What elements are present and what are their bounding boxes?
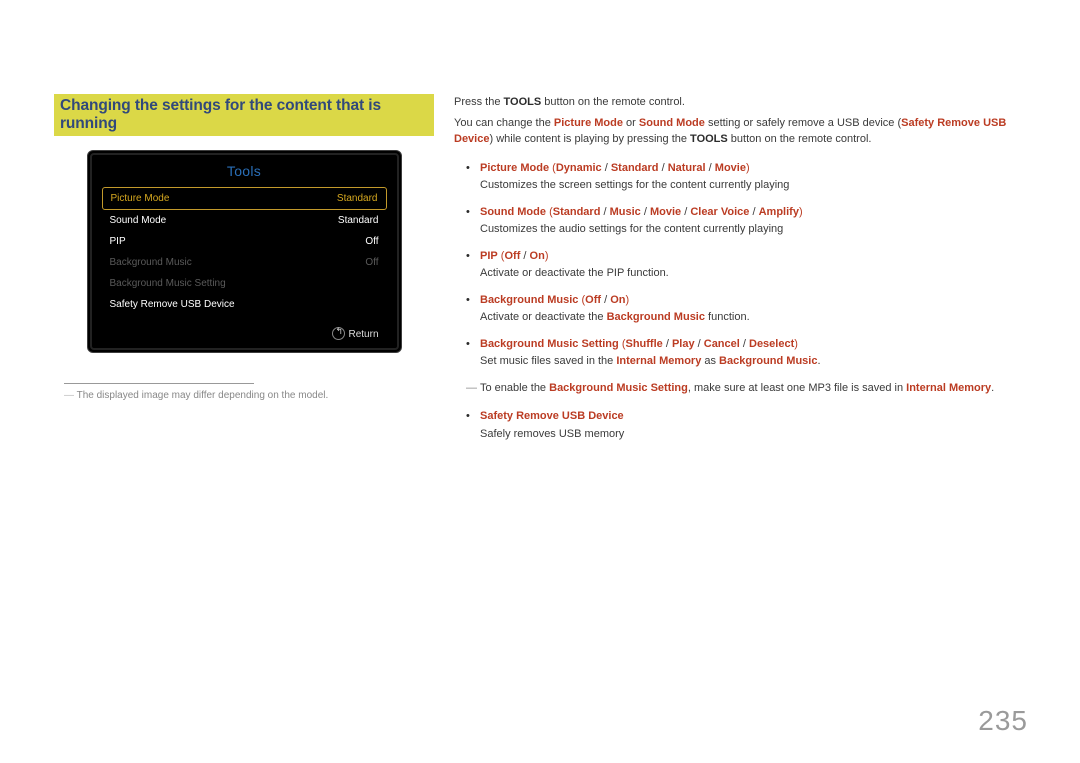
tools-title: Tools (102, 163, 387, 179)
option-safety-remove: Safety Remove USB Device Safely removes … (454, 408, 1026, 442)
tool-row-safety-remove[interactable]: Safety Remove USB Device (102, 294, 387, 315)
option-bg-music-setting: Background Music Setting (Shuffle / Play… (454, 336, 1026, 370)
tool-row-sound-mode[interactable]: Sound Mode Standard (102, 210, 387, 231)
intro-line-2: You can change the Picture Mode or Sound… (454, 115, 1026, 148)
tool-row-picture-mode[interactable]: Picture Mode Standard (102, 187, 387, 210)
tool-row-pip[interactable]: PIP Off (102, 231, 387, 252)
option-picture-mode: Picture Mode (Dynamic / Standard / Natur… (454, 160, 1026, 194)
footnote-divider (64, 383, 254, 384)
tool-value: Off (365, 236, 378, 247)
option-pip: PIP (Off / On) Activate or deactivate th… (454, 248, 1026, 282)
tools-footer: Return (102, 315, 387, 342)
section-heading: Changing the settings for the content th… (54, 94, 434, 136)
tool-value: Standard (337, 193, 378, 204)
tool-label: Picture Mode (111, 193, 170, 204)
tool-row-bg-music: Background Music Off (102, 252, 387, 273)
intro-line-1: Press the TOOLS button on the remote con… (454, 94, 1026, 111)
return-label[interactable]: Return (348, 329, 378, 340)
tool-label: Safety Remove USB Device (110, 299, 235, 310)
tool-label: PIP (110, 236, 126, 247)
tools-panel: Tools Picture Mode Standard Sound Mode S… (87, 150, 402, 353)
tool-value: Standard (338, 215, 379, 226)
tool-value: Off (365, 257, 378, 268)
tool-label: Background Music Setting (110, 278, 226, 289)
page-number: 235 (978, 705, 1028, 737)
option-sound-mode: Sound Mode (Standard / Music / Movie / C… (454, 204, 1026, 238)
tool-label: Background Music (110, 257, 192, 268)
return-icon (332, 327, 345, 340)
footnote: The displayed image may differ depending… (64, 390, 434, 401)
tool-label: Sound Mode (110, 215, 167, 226)
option-bg-music: Background Music (Off / On) Activate or … (454, 292, 1026, 326)
note-bgms: To enable the Background Music Setting, … (454, 380, 1026, 397)
tool-row-bg-music-setting: Background Music Setting (102, 273, 387, 294)
